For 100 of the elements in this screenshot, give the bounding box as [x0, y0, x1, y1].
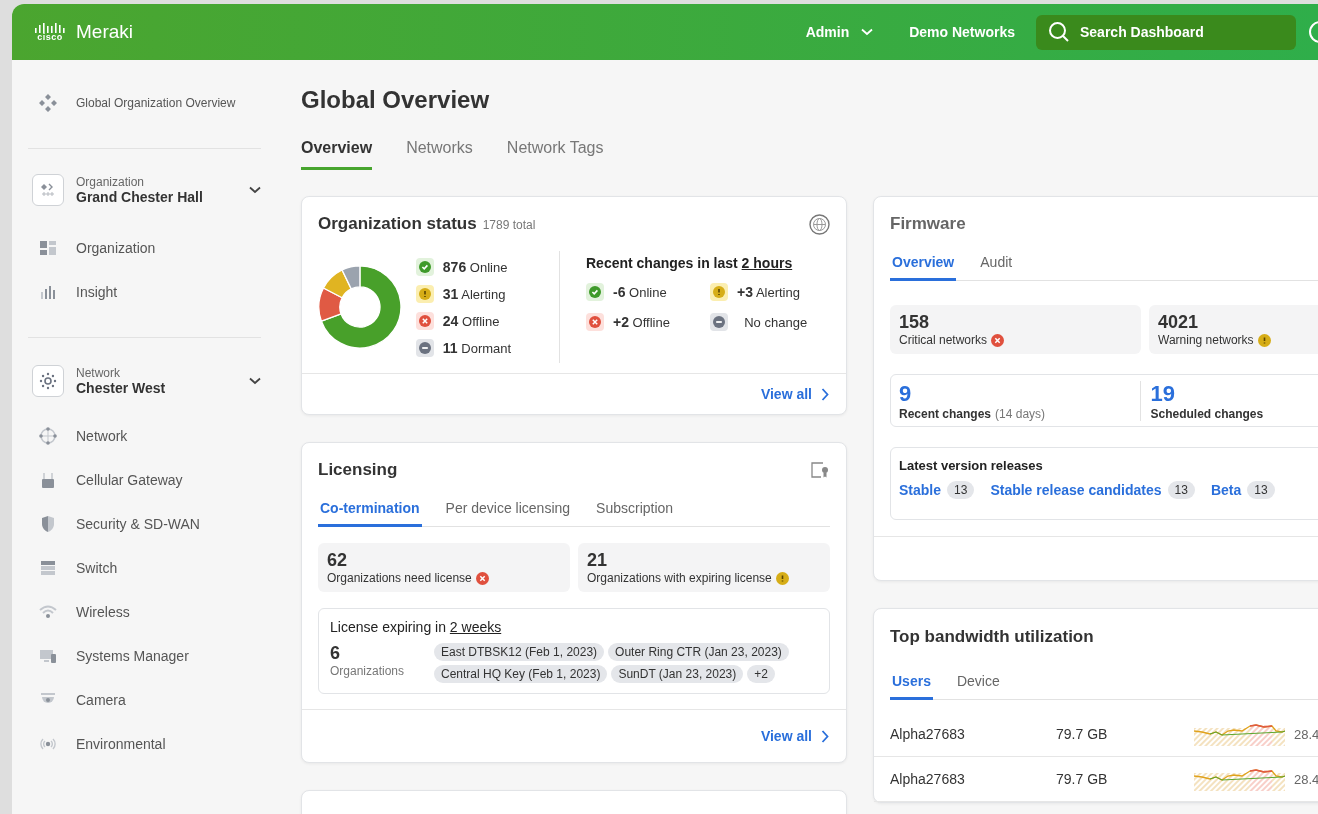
change-count[interactable]: 19: [1150, 381, 1318, 407]
sidebar-item[interactable]: Cellular Gateway: [32, 458, 285, 502]
chevron-down-icon: [249, 377, 261, 385]
stat-value: 21: [587, 550, 609, 571]
usage-value: 79.7 GB: [1056, 726, 1109, 742]
stat-value: 4021: [1158, 312, 1200, 333]
legend-entry: 31 Alerting: [442, 285, 506, 302]
legend-entry: 11 Dormant: [442, 339, 512, 356]
status-icon: [710, 283, 728, 301]
view-all-link[interactable]: View all: [760, 728, 829, 744]
selector-label: Network: [76, 366, 121, 380]
organization-name: Grand Chester Hall: [76, 189, 204, 205]
chevron-down-icon: [861, 28, 874, 36]
sidebar-item[interactable]: Organization: [32, 226, 285, 270]
tab[interactable]: Audit: [978, 254, 1015, 281]
expiring-heading: License expiring in 2 weeks: [330, 619, 503, 635]
release-count: 13: [1247, 481, 1275, 499]
release-link[interactable]: Stable release candidates: [990, 482, 1162, 498]
logo-text: Meraki: [76, 21, 133, 43]
tab[interactable]: Network Tags: [506, 139, 604, 170]
status-icon: [991, 333, 1005, 347]
change-entry: +3 Alerting: [737, 284, 800, 300]
sidebar-item[interactable]: Security & SD-WAN: [32, 502, 285, 546]
switch-icon: [38, 558, 58, 578]
organization-selector[interactable]: Organization Grand Chester Hall: [32, 170, 261, 210]
organization-count: 6: [330, 643, 341, 664]
organization-tag[interactable]: +2: [747, 665, 775, 683]
chevron-right-icon: [821, 729, 829, 743]
release-count: 13: [947, 481, 975, 499]
status-icon: [775, 571, 789, 585]
sidebar-item[interactable]: Switch: [32, 546, 285, 590]
tab[interactable]: Per device licensing: [443, 500, 573, 527]
usage-reading: 28.4: [1294, 771, 1318, 787]
sidebar-item[interactable]: Network: [32, 414, 285, 458]
diamonds-icon: [38, 93, 58, 113]
change-entry: No change: [743, 314, 808, 330]
tab[interactable]: Co-termination: [318, 500, 422, 527]
logo-bars-icon: [34, 22, 66, 33]
legend-entry: 24 Offline: [442, 312, 500, 329]
status-icon: [415, 257, 434, 276]
change-label: Recent changes (14 days): [899, 407, 1047, 421]
status-icon: [586, 283, 604, 301]
card-title: Licensing: [318, 460, 398, 480]
status-icon: [586, 313, 604, 331]
card-title: Firmware: [890, 214, 966, 234]
sidebar-item[interactable]: Camera: [32, 678, 285, 722]
organization-tag[interactable]: East DTBSK12 (Feb 1, 2023): [434, 643, 605, 661]
status-icon: [415, 311, 434, 330]
period-link[interactable]: 2 weeks: [449, 619, 502, 635]
chevron-right-icon: [821, 387, 829, 401]
certificate-icon[interactable]: [810, 460, 830, 480]
status-icon: [1257, 333, 1271, 347]
change-entry: +2 Offline: [613, 314, 670, 330]
organization-tag[interactable]: Central HQ Key (Feb 1, 2023): [434, 665, 608, 683]
overview-link[interactable]: Global Organization Overview: [32, 86, 285, 120]
stat-value: 62: [327, 550, 349, 571]
search-field[interactable]: Search Dashboard: [1036, 14, 1296, 50]
stat-label: Organizations with expiring license: [587, 571, 772, 585]
total-count: 1789 total: [482, 218, 536, 232]
network-icon: [39, 372, 57, 390]
status-icon: [415, 284, 434, 303]
release-link[interactable]: Stable: [899, 482, 941, 498]
tab[interactable]: Overview: [890, 254, 957, 281]
sidebar-item[interactable]: Insight: [32, 270, 285, 314]
organization-tag[interactable]: Outer Ring CTR (Jan 23, 2023): [608, 643, 789, 661]
count-label: Organizations: [330, 664, 406, 678]
network-name: Chester West: [76, 380, 167, 396]
status-icon: [415, 338, 434, 357]
globe-icon[interactable]: [809, 214, 830, 235]
globe-icon: [38, 426, 58, 446]
logo-mark: cisco: [37, 32, 63, 42]
card-title: Organization status: [318, 214, 477, 234]
stat-label: Organizations need license: [327, 571, 472, 585]
releases-heading: Latest version releases: [899, 458, 1044, 473]
view-all-link[interactable]: View all: [760, 386, 829, 402]
tiles-icon: [38, 238, 58, 258]
tab[interactable]: Subscription: [594, 500, 676, 527]
tab[interactable]: Device: [954, 673, 1002, 700]
tab[interactable]: Users: [890, 673, 933, 700]
tab[interactable]: Overview: [301, 139, 373, 170]
user-name: Alpha27683: [890, 771, 966, 787]
status-icon: [710, 313, 728, 331]
sidebar-item[interactable]: Wireless: [32, 590, 285, 634]
stat-label: Critical networks: [899, 333, 988, 347]
change-count[interactable]: 9: [899, 381, 1140, 407]
network-selector[interactable]: Network Chester West: [32, 361, 261, 401]
usage-value: 79.7 GB: [1056, 771, 1109, 787]
tab[interactable]: Networks: [406, 139, 473, 170]
change-entry: -6 Online: [613, 284, 667, 300]
sidebar-item[interactable]: Environmental: [32, 722, 285, 766]
sidebar-item[interactable]: Systems Manager: [32, 634, 285, 678]
organization-tag[interactable]: SunDT (Jan 23, 2023): [611, 665, 744, 683]
period-link[interactable]: 2 hours: [741, 255, 793, 271]
change-label: Scheduled changes: [1150, 407, 1265, 421]
usage-reading: 28.4: [1294, 726, 1318, 742]
release-link[interactable]: Beta: [1210, 482, 1242, 498]
page-title: Global Overview: [301, 85, 491, 115]
search-icon: [1048, 20, 1070, 43]
stat-value: 158: [899, 312, 931, 333]
recent-changes-heading: Recent changes in last 2 hours: [586, 255, 794, 271]
